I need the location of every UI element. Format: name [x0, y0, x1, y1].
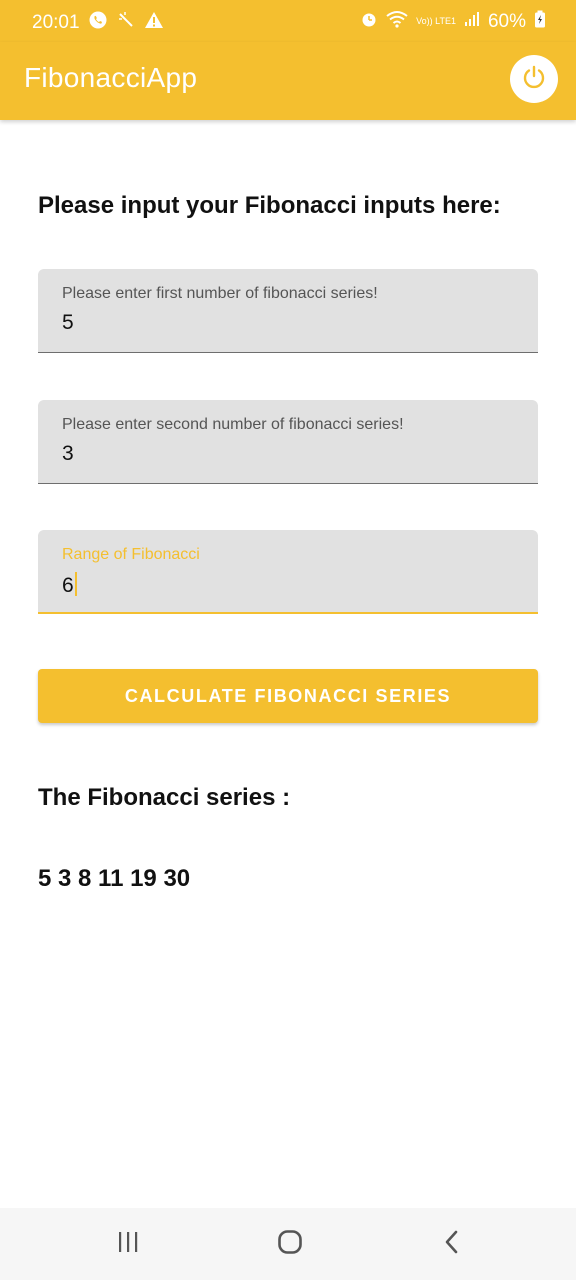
warning-icon	[144, 10, 164, 35]
text-cursor	[74, 572, 77, 596]
signal-icon	[464, 11, 480, 32]
nav-bar	[0, 1208, 576, 1280]
status-left: 20:01	[32, 10, 164, 35]
recent-apps-icon	[116, 1230, 140, 1259]
second-number-field[interactable]: Please enter second number of fibonacci …	[38, 400, 538, 484]
battery-icon	[534, 10, 546, 33]
back-icon	[441, 1229, 463, 1260]
alarm-icon	[360, 10, 378, 33]
power-button[interactable]	[510, 55, 558, 103]
wifi-icon	[386, 10, 408, 33]
range-value: 6	[62, 574, 74, 597]
status-bar: 20:01 Vo)) LTE1 60%	[0, 0, 576, 42]
battery-percent: 60%	[487, 10, 526, 32]
first-number-value[interactable]: 5	[62, 311, 74, 335]
range-field[interactable]: Range of Fibonacci 6	[38, 530, 538, 614]
status-time: 20:01	[32, 11, 80, 33]
power-icon	[521, 64, 547, 95]
home-icon	[277, 1229, 303, 1260]
form-heading: Please input your Fibonacci inputs here:	[38, 192, 501, 219]
screen: 20:01 Vo)) LTE1 60% FibonacciApp Please …	[0, 0, 576, 1280]
magic-wand-icon	[116, 10, 136, 35]
calculate-button[interactable]: CALCULATE FIBONACCI SERIES	[38, 669, 538, 723]
back-button[interactable]	[422, 1222, 482, 1266]
home-button[interactable]	[260, 1222, 320, 1266]
range-value-wrapper[interactable]: 6	[62, 572, 77, 598]
second-number-value[interactable]: 3	[62, 442, 74, 466]
app-title: FibonacciApp	[24, 62, 198, 93]
first-number-field[interactable]: Please enter first number of fibonacci s…	[38, 269, 538, 353]
status-right: Vo)) LTE1 60%	[360, 10, 546, 33]
app-bar: FibonacciApp	[0, 42, 576, 120]
recent-apps-button[interactable]	[98, 1222, 158, 1266]
whatsapp-icon	[88, 10, 108, 35]
result-title: The Fibonacci series :	[38, 784, 291, 811]
volte-icon: Vo)) LTE1	[416, 16, 456, 26]
result-values: 5 3 8 11 19 30	[38, 865, 191, 892]
second-number-label: Please enter second number of fibonacci …	[62, 416, 404, 433]
first-number-label: Please enter first number of fibonacci s…	[62, 285, 378, 302]
range-label: Range of Fibonacci	[62, 546, 200, 563]
